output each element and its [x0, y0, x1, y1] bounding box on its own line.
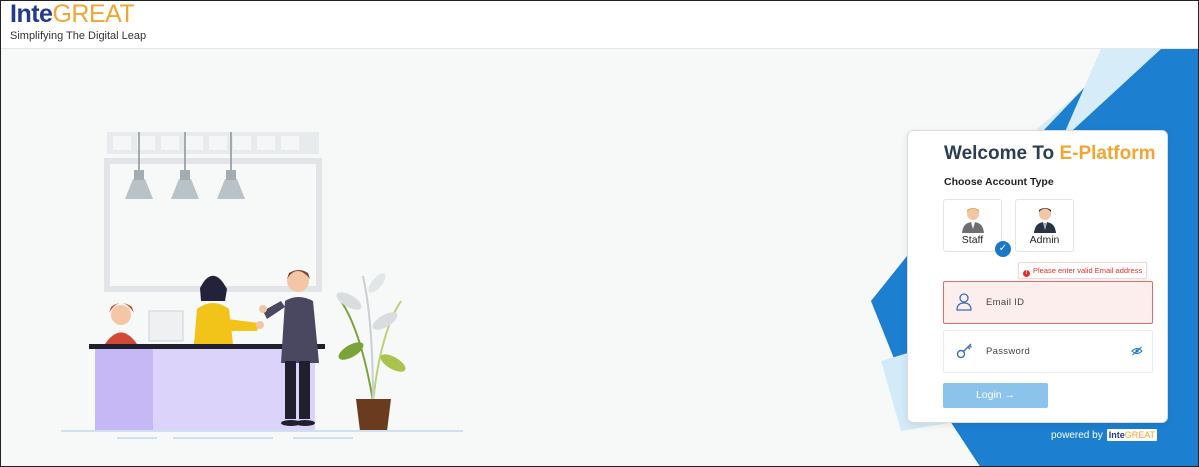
welcome-prefix: Welcome To — [944, 143, 1060, 164]
powered-by: powered by InteGREAT — [1051, 429, 1158, 441]
account-type-staff[interactable]: Staff — [943, 199, 1002, 252]
welcome-accent: E-Platform — [1059, 143, 1156, 164]
selected-check-icon: ✓ — [995, 241, 1011, 257]
logo-inte: Inte — [10, 0, 53, 28]
powered-logo-great: GREAT — [1124, 430, 1156, 440]
login-button[interactable]: Login → — [943, 383, 1048, 408]
brand-tagline: Simplifying The Digital Leap — [10, 30, 147, 42]
account-type-staff-label: Staff — [961, 234, 984, 246]
admin-avatar-icon — [1034, 208, 1056, 233]
powered-by-logo: InteGREAT — [1106, 429, 1158, 441]
password-field[interactable]: Password — [943, 330, 1153, 373]
key-icon — [956, 343, 972, 359]
email-placeholder: Email ID — [986, 297, 1025, 308]
powered-by-text: powered by — [1051, 429, 1103, 441]
powered-logo-inte: Inte — [1108, 430, 1125, 440]
account-type-admin-label: Admin — [1029, 234, 1060, 246]
logo-great: GREAT — [52, 0, 135, 28]
choose-account-label: Choose Account Type — [944, 176, 1054, 188]
login-card: Welcome To E-Platform Choose Account Typ… — [907, 130, 1168, 423]
email-field[interactable]: Email ID — [943, 281, 1153, 324]
brand-logo[interactable]: InteGREAT Simplifying The Digital Leap — [10, 2, 147, 43]
email-error-text: Please enter valid Email address — [1033, 266, 1143, 275]
page-frame: InteGREAT Simplifying The Digital Leap W… — [0, 0, 1199, 467]
office-window-illustration — [104, 132, 322, 292]
welcome-heading: Welcome To E-Platform — [944, 143, 1156, 165]
account-type-admin[interactable]: Admin — [1015, 199, 1074, 252]
hide-password-icon[interactable] — [1131, 346, 1143, 356]
email-error-tooltip: ! Please enter valid Email address — [1018, 262, 1148, 279]
staff-avatar-icon — [962, 208, 984, 233]
reception-desk-illustration — [61, 270, 463, 439]
logo-wordmark: InteGREAT — [10, 2, 146, 27]
error-icon: ! — [1023, 270, 1030, 277]
user-icon — [956, 293, 972, 311]
top-header: InteGREAT Simplifying The Digital Leap — [1, 1, 1198, 49]
password-placeholder: Password — [986, 346, 1031, 357]
